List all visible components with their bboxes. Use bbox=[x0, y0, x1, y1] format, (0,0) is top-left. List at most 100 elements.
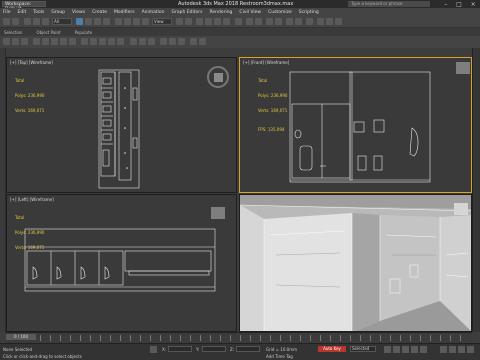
menu-create[interactable]: Create bbox=[92, 10, 107, 15]
undo-icon[interactable] bbox=[3, 18, 10, 25]
add-time-tag[interactable]: Add Time Tag bbox=[266, 354, 293, 359]
snap-edge-icon[interactable] bbox=[178, 38, 185, 45]
snaps-toggle-icon[interactable] bbox=[196, 18, 203, 25]
menu-file[interactable]: File bbox=[3, 10, 11, 15]
viewcube-icon[interactable] bbox=[207, 66, 229, 88]
snap-grid-icon[interactable] bbox=[160, 38, 167, 45]
y-coordinate-field[interactable] bbox=[202, 346, 226, 352]
viewport-left-navcube-icon[interactable] bbox=[211, 207, 225, 219]
menu-scripting[interactable]: Scripting bbox=[299, 10, 319, 15]
go-to-end-icon[interactable] bbox=[420, 346, 427, 353]
menu-rendering[interactable]: Rendering bbox=[209, 10, 232, 15]
lock-selection-icon[interactable] bbox=[150, 346, 157, 353]
minimize-icon[interactable]: – bbox=[444, 1, 447, 8]
render-setup-icon[interactable] bbox=[317, 18, 324, 25]
rendered-frame-window-icon[interactable] bbox=[326, 18, 333, 25]
scale-icon[interactable] bbox=[133, 18, 140, 25]
edge-icon[interactable] bbox=[51, 38, 58, 45]
z-coordinate-field[interactable] bbox=[236, 346, 260, 352]
x-coordinate-field[interactable] bbox=[168, 346, 192, 352]
pan-icon[interactable] bbox=[449, 346, 456, 353]
rotate-icon[interactable] bbox=[124, 18, 131, 25]
selected-dropdown[interactable]: Selected bbox=[350, 346, 376, 352]
time-slider[interactable]: 0 / 100 bbox=[6, 334, 36, 340]
viewcube-face[interactable] bbox=[214, 73, 223, 82]
window-crossing-icon[interactable] bbox=[103, 18, 110, 25]
modifier-icon[interactable] bbox=[81, 38, 88, 45]
play-icon[interactable] bbox=[402, 346, 409, 353]
unlink-icon[interactable] bbox=[33, 18, 40, 25]
tab-selection[interactable]: Selection bbox=[4, 30, 22, 35]
menu-tools[interactable]: Tools bbox=[33, 10, 44, 15]
create-geometry-icon[interactable] bbox=[3, 38, 10, 45]
vertex-icon[interactable] bbox=[42, 38, 49, 45]
orbit-icon[interactable] bbox=[458, 346, 465, 353]
menu-civil-view[interactable]: Civil View bbox=[239, 10, 261, 15]
select-by-name-icon[interactable] bbox=[85, 18, 92, 25]
edit-poly-icon[interactable] bbox=[33, 38, 40, 45]
pivot-icon[interactable] bbox=[176, 18, 183, 25]
layer-explorer-icon[interactable] bbox=[266, 18, 273, 25]
snap-vertex-icon[interactable] bbox=[169, 38, 176, 45]
select-manipulate-icon[interactable] bbox=[185, 18, 192, 25]
render-icon[interactable] bbox=[335, 18, 342, 25]
previous-frame-icon[interactable] bbox=[393, 346, 400, 353]
align-icon[interactable] bbox=[255, 18, 262, 25]
go-to-start-icon[interactable] bbox=[384, 346, 391, 353]
track-bar[interactable] bbox=[40, 335, 466, 341]
maximize-viewport-icon[interactable] bbox=[467, 346, 474, 353]
hide-icon[interactable] bbox=[148, 38, 155, 45]
selection-filter-dropdown[interactable]: All bbox=[52, 18, 72, 25]
viewport-front[interactable]: [+] [Front] [Wireframe] Total Polys: 236… bbox=[239, 57, 472, 193]
bind-icon[interactable] bbox=[42, 18, 49, 25]
rectangle-selection-icon[interactable] bbox=[94, 18, 101, 25]
polygon-icon[interactable] bbox=[60, 38, 67, 45]
element-icon[interactable] bbox=[69, 38, 76, 45]
viewport-left[interactable]: [+] [Left] [Wireframe] Total Polys: 236,… bbox=[6, 194, 237, 332]
reference-coordinate-dropdown[interactable]: View bbox=[152, 18, 172, 25]
menu-customize[interactable]: Customize bbox=[268, 10, 292, 15]
redo-icon[interactable] bbox=[12, 18, 19, 25]
viewport-perspective-navcube-icon[interactable] bbox=[454, 203, 468, 215]
tab-object-paint[interactable]: Object Paint bbox=[36, 30, 60, 35]
motion-icon[interactable] bbox=[99, 38, 106, 45]
camera-icon[interactable] bbox=[190, 38, 197, 45]
display-icon[interactable] bbox=[108, 38, 115, 45]
light-icon[interactable] bbox=[199, 38, 206, 45]
angle-snap-icon[interactable] bbox=[205, 18, 212, 25]
tab-populate[interactable]: Populate bbox=[75, 30, 92, 35]
isolate-icon[interactable] bbox=[130, 38, 137, 45]
percent-snap-icon[interactable] bbox=[214, 18, 221, 25]
utilities-icon[interactable] bbox=[117, 38, 124, 45]
curve-editor-icon[interactable] bbox=[286, 18, 293, 25]
auto-key-button[interactable]: Auto Key bbox=[318, 346, 346, 352]
zoom-icon[interactable] bbox=[440, 346, 447, 353]
freeze-icon[interactable] bbox=[139, 38, 146, 45]
create-shapes-icon[interactable] bbox=[12, 38, 19, 45]
viewport-top[interactable]: [+] [Top] [Wireframe] Total Polys: 236,9… bbox=[6, 57, 237, 193]
select-object-icon[interactable] bbox=[76, 18, 83, 25]
menu-edit[interactable]: Edit bbox=[18, 10, 27, 15]
viewport-perspective[interactable] bbox=[239, 194, 472, 332]
hierarchy-icon[interactable] bbox=[90, 38, 97, 45]
named-selection-icon[interactable] bbox=[235, 18, 242, 25]
schematic-view-icon[interactable] bbox=[295, 18, 302, 25]
create-lights-icon[interactable] bbox=[21, 38, 28, 45]
workspace-dropdown[interactable]: Workspace: Default bbox=[2, 1, 46, 12]
placement-icon[interactable] bbox=[142, 18, 149, 25]
menu-group[interactable]: Group bbox=[51, 10, 65, 15]
menu-views[interactable]: Views bbox=[72, 10, 85, 15]
viewport-front-navcube-icon[interactable] bbox=[456, 62, 470, 74]
menu-modifiers[interactable]: Modifiers bbox=[114, 10, 135, 15]
menu-animation[interactable]: Animation bbox=[142, 10, 165, 15]
command-panel[interactable] bbox=[472, 48, 480, 332]
close-icon[interactable]: × bbox=[471, 1, 476, 8]
scene-explorer-icon[interactable] bbox=[275, 18, 282, 25]
maximize-icon[interactable]: □ bbox=[456, 1, 462, 8]
material-editor-icon[interactable] bbox=[306, 18, 313, 25]
move-icon[interactable] bbox=[115, 18, 122, 25]
spinner-snap-icon[interactable] bbox=[223, 18, 230, 25]
menu-graph-editors[interactable]: Graph Editors bbox=[172, 10, 203, 15]
search-input[interactable]: Type a keyword or phrase bbox=[348, 1, 430, 7]
link-icon[interactable] bbox=[24, 18, 31, 25]
